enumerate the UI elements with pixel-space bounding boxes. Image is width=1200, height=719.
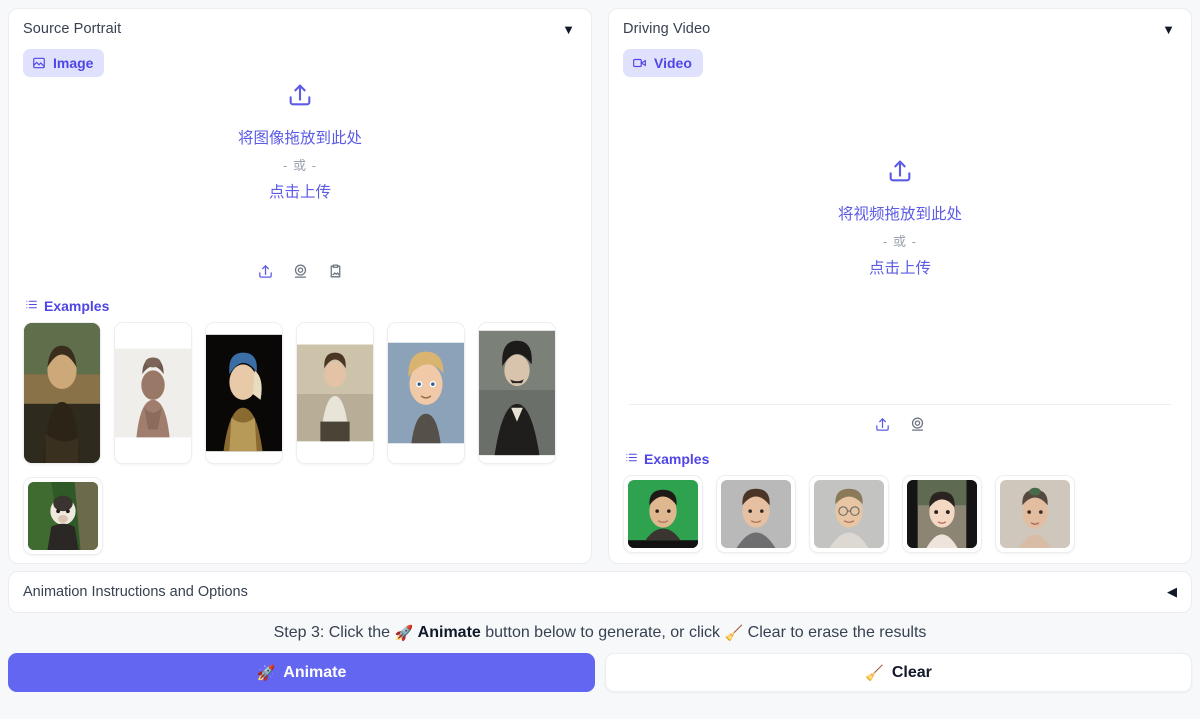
list-icon	[25, 298, 38, 314]
panel-header: Source Portrait ▼	[23, 21, 577, 37]
animation-options-accordion[interactable]: Animation Instructions and Options ◀	[8, 571, 1192, 613]
video-dropzone[interactable]: 将视频拖放到此处 - 或 - 点击上传	[623, 81, 1177, 404]
driving-examples-header[interactable]: Examples	[625, 451, 1177, 467]
tab-image-label: Image	[53, 55, 94, 71]
dropzone-or-text: - 或 -	[883, 234, 917, 249]
panel-header: Driving Video ▼	[623, 21, 1177, 37]
source-examples-grid	[23, 322, 577, 555]
driving-examples-grid	[623, 475, 1177, 553]
driving-video-panel: Driving Video ▼ Video 将视频拖放到此处 - 或 - 点击上…	[608, 8, 1192, 564]
example-capuchin-monkey[interactable]	[23, 477, 103, 555]
woman-neutral-thumb	[1000, 480, 1070, 548]
broom-icon: 🧹	[724, 625, 744, 642]
accordion-title: Animation Instructions and Options	[23, 584, 248, 600]
animate-button-label: Animate	[283, 663, 347, 681]
source-examples-label: Examples	[44, 298, 110, 314]
example-terracotta-warrior[interactable]	[114, 322, 192, 464]
step-middle: button below to generate, or click	[485, 624, 721, 641]
example-cartoon-boy-3d[interactable]	[387, 322, 465, 464]
rocket-icon: 🚀	[394, 625, 414, 642]
list-icon	[625, 451, 638, 467]
dropzone-drop-text: 将图像拖放到此处	[237, 130, 362, 147]
upload-icon[interactable]	[255, 261, 276, 282]
paste-image-icon[interactable]	[325, 261, 346, 282]
tab-video-label: Video	[654, 55, 692, 71]
panel-title: Driving Video	[623, 21, 711, 37]
clear-button[interactable]: 🧹 Clear	[605, 653, 1192, 692]
step-prefix: Step 3: Click the	[273, 624, 391, 641]
example-man-glasses-gray[interactable]	[809, 475, 889, 553]
action-button-row: 🚀 Animate 🧹 Clear	[0, 653, 1200, 704]
example-mona-lisa[interactable]	[23, 322, 101, 464]
capuchin-monkey-thumb	[28, 482, 98, 550]
tab-image[interactable]: Image	[23, 49, 105, 77]
example-man-green-screen[interactable]	[623, 475, 703, 553]
cartoon-boy-3d-thumb	[388, 323, 464, 463]
step-animate-word: Animate	[417, 624, 481, 641]
image-dropzone[interactable]: 将图像拖放到此处 - 或 - 点击上传	[23, 81, 577, 252]
mona-lisa-thumb	[24, 323, 100, 463]
driving-tool-icon-row	[623, 405, 1177, 441]
chevron-down-icon[interactable]: ▼	[552, 21, 577, 36]
upload-icon	[286, 81, 314, 114]
example-woman-neutral[interactable]	[995, 475, 1075, 553]
source-portrait-panel: Source Portrait ▼ Image 将图像拖放到此处 - 或 - 点…	[8, 8, 592, 564]
step-instruction-bar: Step 3: Click the 🚀 Animate button below…	[0, 613, 1200, 653]
example-woman-indoor[interactable]	[902, 475, 982, 553]
example-einstein-portrait[interactable]	[478, 322, 556, 464]
tab-strip: Video	[623, 49, 1177, 77]
example-child-portrait-painting[interactable]	[296, 322, 374, 464]
upload-icon	[886, 157, 914, 190]
upload-icon[interactable]	[872, 414, 893, 435]
panel-title: Source Portrait	[23, 21, 122, 37]
dropzone-click-text: 点击上传	[868, 260, 931, 277]
example-girl-with-pearl-earring[interactable]	[205, 322, 283, 464]
example-man-gray-background[interactable]	[716, 475, 796, 553]
step-suffix: Clear to erase the results	[747, 624, 927, 641]
tab-video[interactable]: Video	[623, 49, 703, 77]
child-portrait-painting-thumb	[297, 323, 373, 463]
einstein-portrait-thumb	[479, 323, 555, 463]
man-green-screen-thumb	[628, 480, 698, 548]
app-root: Source Portrait ▼ Image 将图像拖放到此处 - 或 - 点…	[0, 0, 1200, 719]
broom-icon: 🧹	[865, 664, 884, 682]
chevron-left-icon[interactable]: ◀	[1167, 584, 1177, 600]
terracotta-warrior-thumb	[115, 323, 191, 463]
source-tool-icon-row	[23, 252, 577, 288]
source-examples-header[interactable]: Examples	[25, 298, 577, 314]
webcam-icon[interactable]	[907, 414, 928, 435]
video-camera-icon	[632, 56, 647, 70]
girl-with-pearl-earring-thumb	[206, 323, 282, 463]
tab-strip: Image	[23, 49, 577, 77]
animate-button[interactable]: 🚀 Animate	[8, 653, 595, 692]
clear-button-label: Clear	[891, 663, 932, 681]
image-icon	[32, 56, 46, 70]
chevron-down-icon[interactable]: ▼	[1152, 21, 1177, 36]
dropzone-or-text: - 或 -	[283, 158, 317, 173]
man-gray-background-thumb	[721, 480, 791, 548]
panels-container: Source Portrait ▼ Image 将图像拖放到此处 - 或 - 点…	[0, 0, 1200, 564]
woman-indoor-thumb	[907, 480, 977, 548]
driving-examples-label: Examples	[644, 451, 710, 467]
webcam-icon[interactable]	[290, 261, 311, 282]
dropzone-drop-text: 将视频拖放到此处	[837, 206, 962, 223]
man-glasses-gray-thumb	[814, 480, 884, 548]
dropzone-click-text: 点击上传	[268, 184, 331, 201]
rocket-icon: 🚀	[256, 664, 276, 682]
